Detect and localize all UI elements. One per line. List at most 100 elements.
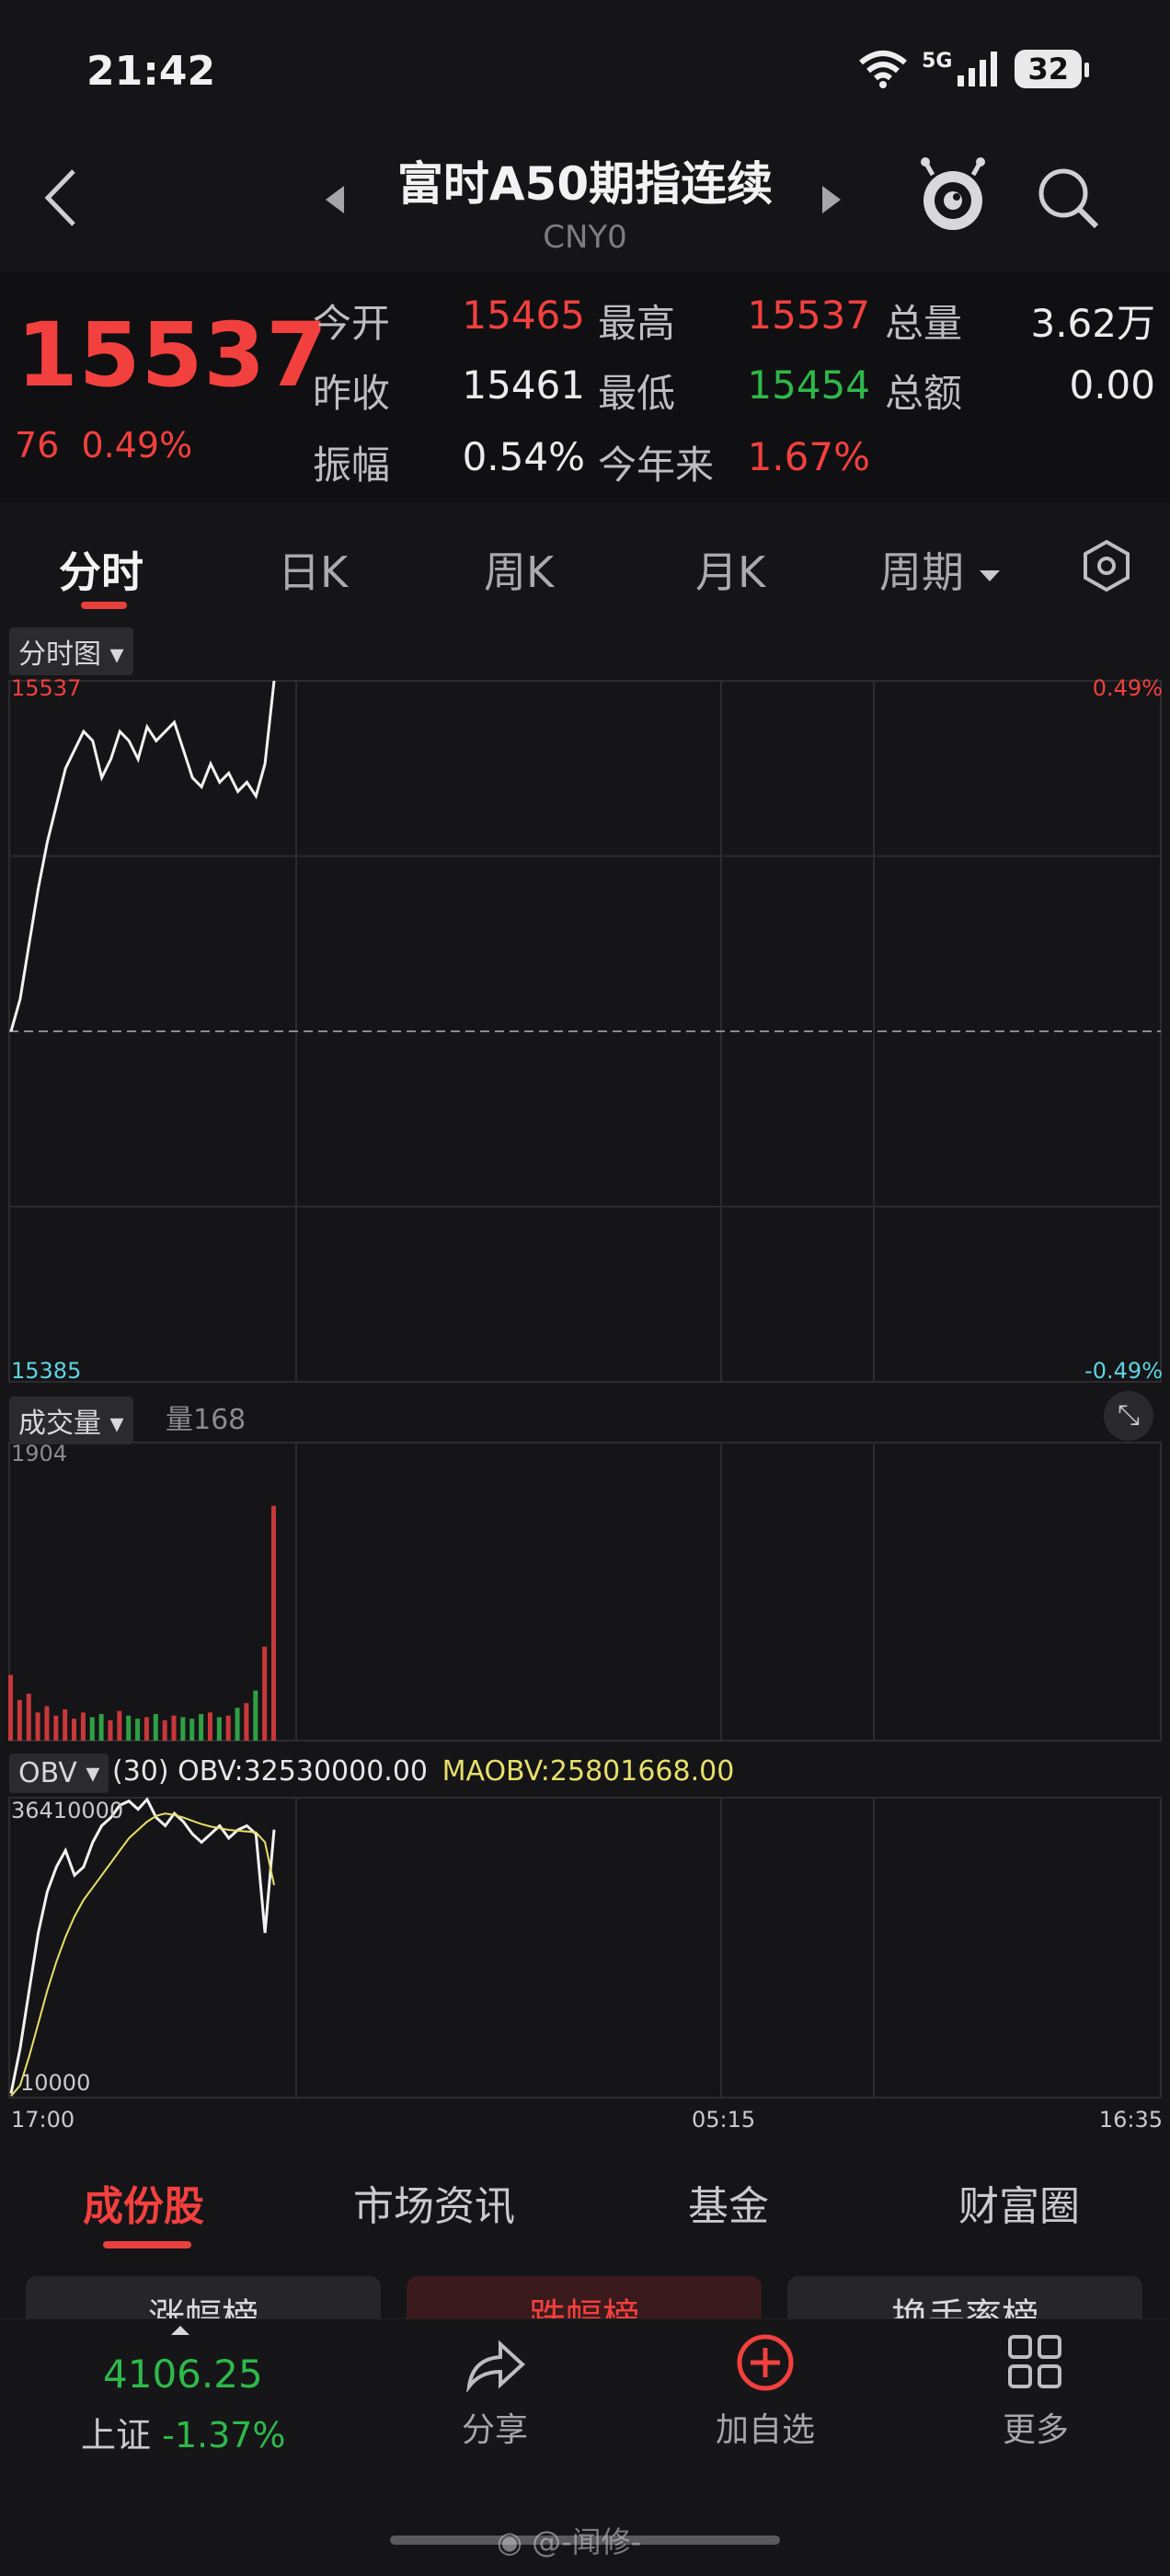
volume-bar [35,1712,40,1741]
obv-indicator-selector[interactable]: OBV ▾ [9,1754,109,1793]
price-top-label: 15537 [11,675,82,701]
volume-bar [225,1715,231,1741]
sub-tab-funds[interactable]: 基金 [688,2173,769,2232]
ytd-label: 今年来 [598,443,715,488]
caret-up-icon [171,2326,189,2335]
expand-icon[interactable]: ⤡ [1104,1391,1153,1441]
obv-line [9,1797,276,2094]
volume-max-label: 1904 [11,1441,68,1466]
active-tab-indicator [81,602,127,609]
prev-close-label: 昨收 [313,371,391,416]
ranking-row: 涨幅榜 跌幅榜 换手率榜 [0,2250,1170,2324]
volume-total-label: 总量 [885,301,963,346]
index-name: 上证 [81,2415,152,2455]
tab-intraday[interactable]: 分时 [59,539,143,600]
period-tabs: 分时 日K 周K 月K 周期 [0,515,1170,616]
settings-hexagon-icon[interactable] [1080,539,1133,592]
volume-bar [180,1717,186,1741]
obv-max-label: 36410000 [11,1798,124,1823]
time-mid-label: 05:15 [692,2107,756,2133]
add-watchlist-button[interactable]: 加自选 [673,2403,857,2451]
obv-readout: (30) OBV:32530000.00 MAOBV:25801668.00 [112,1755,734,1788]
index-value[interactable]: 4106.25 [103,2352,263,2397]
volume-bar [53,1715,59,1741]
volume-bar [135,1719,141,1741]
obv-value: OBV:32530000.00 [178,1755,429,1788]
low-label: 最低 [598,371,676,416]
dropdown-arrow-icon [979,569,1000,581]
more-grid-icon[interactable] [1006,2333,1063,2390]
volume-bar [8,1674,13,1741]
change-pct: 0.49% [81,425,193,466]
volume-bar [271,1505,276,1741]
panel-border [8,1442,1162,1742]
page-title: 富时A50期指连续 [396,157,774,211]
intraday-chart[interactable] [0,616,1170,2125]
index-ticker[interactable]: 上证 -1.37% [81,2407,286,2457]
low-value: 15454 [747,362,870,408]
sub-tab-constituents[interactable]: 成份股 [83,2173,204,2232]
status-icons: 5G 32 [857,50,1089,88]
volume-bar [189,1719,195,1741]
obv-indicator-label: OBV [18,1757,77,1789]
open-value: 15465 [462,293,585,338]
volume-indicator-selector[interactable]: 成交量 ▾ [9,1397,133,1444]
volume-bar [108,1719,113,1741]
cell-signal-icon [958,52,998,86]
gainers-ranking-button[interactable]: 涨幅榜 [26,2276,381,2324]
volume-bar [98,1714,104,1741]
volume-bar [162,1719,167,1741]
volume-bar [17,1699,22,1741]
amplitude-label: 振幅 [313,443,391,488]
time-end-label: 16:35 [1098,2107,1163,2133]
sub-tab-wealth-circle[interactable]: 财富圈 [958,2173,1080,2232]
mascot-icon[interactable] [916,156,990,236]
intraday-chart-selector[interactable]: 分时图 ▾ [9,627,133,675]
last-price: 15537 [17,304,328,407]
volume-bar [143,1717,149,1741]
next-contract-icon[interactable] [820,184,843,215]
volume-bar [63,1708,68,1741]
turnover-ranking-button[interactable]: 换手率榜 [787,2276,1142,2324]
volume-current: 量168 [166,1404,247,1436]
amount-value: 0.00 [1069,362,1155,408]
volume-total-value: 3.62万 [1030,301,1155,346]
tab-daily-k[interactable]: 日K [278,539,348,600]
change-value: 76 [15,425,60,466]
tab-period[interactable]: 周期 [879,539,1002,600]
more-button[interactable]: 更多 [944,2403,1128,2451]
share-button[interactable]: 分享 [403,2403,587,2451]
signal-label: 5G [922,50,953,73]
pct-bottom-label: -0.49% [1084,1358,1163,1384]
volume-bar [262,1646,268,1741]
sub-tab-market-news[interactable]: 市场资讯 [353,2173,515,2232]
high-label: 最高 [598,301,676,346]
watermark: ◉ @-闻修- [497,2519,641,2561]
tab-monthly-k[interactable]: 月K [695,539,765,600]
volume-bar [89,1717,95,1741]
time-start-label: 17:00 [11,2107,75,2133]
volume-indicator-label: 成交量 [18,1408,101,1440]
volume-bar [126,1715,132,1741]
volume-bar [235,1708,240,1741]
share-icon[interactable] [464,2337,528,2392]
obv-period: (30) [112,1755,169,1788]
amount-label: 总额 [885,371,963,416]
tab-weekly-k[interactable]: 周K [484,539,554,600]
search-icon[interactable] [1036,166,1100,230]
contract-code: CNY0 [543,219,627,256]
volume-bar [153,1714,158,1741]
volume-bar [207,1712,212,1741]
losers-ranking-button[interactable]: 跌幅榜 [407,2276,762,2324]
amplitude-value: 0.54% [462,434,585,479]
add-watchlist-icon[interactable] [736,2333,795,2392]
high-value: 15537 [747,293,870,338]
volume-bar [171,1715,177,1741]
index-change: -1.37% [162,2415,286,2455]
maobv-value: MAOBV:25801668.00 [442,1755,735,1788]
volume-bar [26,1693,31,1741]
volume-bar [80,1712,86,1741]
panel-border [8,1797,1162,2099]
volume-bar [216,1717,222,1741]
status-time: 21:42 [86,48,216,95]
